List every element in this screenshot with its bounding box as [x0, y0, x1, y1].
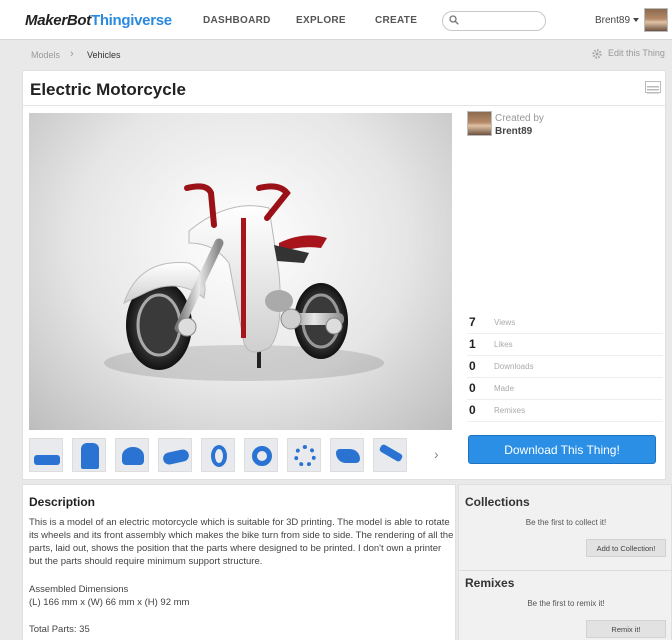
user-avatar[interactable] [644, 8, 668, 32]
thumbnail-strip: › [29, 438, 452, 472]
stat-value: 0 [469, 359, 476, 373]
motorcycle-render [104, 183, 384, 381]
stat-made: 0 Made [467, 378, 663, 400]
remix-button[interactable]: Remix it! [586, 620, 666, 638]
title-divider [23, 105, 667, 106]
remixes-heading: Remixes [465, 576, 515, 590]
nav-dashboard[interactable]: DASHBOARD [203, 15, 271, 26]
thing-card: Electric Motorcycle › Created by Brent89… [22, 70, 667, 480]
caret-down-icon[interactable] [633, 18, 639, 22]
nav-explore[interactable]: EXPLORE [296, 15, 346, 26]
top-nav-bar: MakerBotThingiverse DASHBOARD EXPLORE CR… [0, 0, 672, 40]
search-box[interactable] [442, 11, 546, 31]
chevron-right-icon[interactable]: › [434, 446, 439, 462]
logo-makerbot: MakerBot [25, 12, 91, 29]
thumbnail-6[interactable] [244, 438, 278, 472]
stat-label: Likes [494, 340, 513, 349]
creator-link[interactable]: Brent89 [495, 126, 532, 137]
thumbnail-9[interactable] [373, 438, 407, 472]
search-input[interactable] [463, 14, 541, 28]
stat-value: 1 [469, 337, 476, 351]
collections-remixes-panel: Collections Be the first to collect it! … [458, 484, 672, 640]
search-icon [449, 15, 459, 25]
thumbnail-4[interactable] [158, 438, 192, 472]
stat-value: 7 [469, 315, 476, 329]
stat-value: 0 [469, 381, 476, 395]
total-parts: Total Parts: 35 [29, 624, 90, 635]
stat-value: 0 [469, 403, 476, 417]
breadcrumb-models[interactable]: Models [31, 50, 60, 60]
stat-likes: 1 Likes [467, 334, 663, 356]
gear-icon[interactable] [591, 48, 603, 60]
download-button[interactable]: Download This Thing! [468, 435, 656, 464]
user-menu[interactable]: Brent89 [595, 15, 630, 26]
created-by-label: Created by [495, 113, 544, 124]
stat-label: Remixes [494, 406, 526, 415]
grid-view-icon[interactable] [645, 81, 661, 94]
stat-label: Made [494, 384, 515, 393]
thumbnail-7[interactable] [287, 438, 321, 472]
description-panel: Description This is a model of an electr… [22, 484, 456, 640]
stat-remixes: 0 Remixes [467, 400, 663, 422]
thumbnail-2[interactable] [72, 438, 106, 472]
thumbnail-8[interactable] [330, 438, 364, 472]
thing-title: Electric Motorcycle [30, 80, 186, 99]
description-body: This is a model of an electric motorcycl… [29, 517, 454, 567]
description-heading: Description [29, 495, 96, 509]
thumbnail-1[interactable] [29, 438, 63, 472]
thumbnail-5[interactable] [201, 438, 235, 472]
creator-avatar[interactable] [467, 111, 492, 136]
nav-create[interactable]: CREATE [375, 15, 417, 26]
dimensions-heading: Assembled Dimensions [29, 584, 129, 595]
logo-thingiverse: Thingiverse [90, 12, 172, 29]
collections-note: Be the first to collect it! [525, 518, 607, 527]
breadcrumb-vehicles[interactable]: Vehicles [87, 50, 121, 60]
stat-downloads: 0 Downloads [467, 356, 663, 378]
thumbnail-3[interactable] [115, 438, 149, 472]
chevron-right-icon: › [70, 48, 74, 60]
model-render-viewer[interactable] [29, 113, 452, 430]
panel-divider [459, 570, 672, 571]
remixes-note: Be the first to remix it! [527, 599, 605, 608]
dimensions-value: (L) 166 mm x (W) 66 mm x (H) 92 mm [29, 597, 190, 608]
stat-label: Views [494, 318, 516, 327]
collections-heading: Collections [465, 495, 530, 509]
stat-label: Downloads [494, 362, 534, 371]
edit-thing-link[interactable]: Edit this Thing [608, 48, 665, 58]
thingiverse-logo[interactable]: MakerBotThingiverse [25, 12, 172, 29]
add-to-collection-button[interactable]: Add to Collection! [586, 539, 666, 557]
breadcrumb: Models › Vehicles [0, 41, 672, 69]
stat-views: 7 Views [467, 312, 663, 334]
